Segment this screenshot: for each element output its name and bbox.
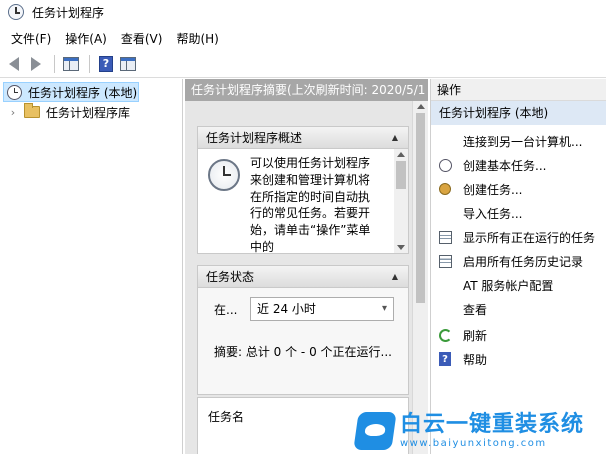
scroll-up-icon[interactable] <box>417 104 425 109</box>
tree-item-task-scheduler-local[interactable]: 任务计划程序 (本地) <box>3 82 139 102</box>
task-status-content: 在... 近 24 小时 ▾ 摘要: 总计 0 个 - 0 个正在运行... <box>198 288 408 394</box>
menu-view[interactable]: 查看(V) <box>114 29 170 49</box>
refresh-icon <box>437 327 453 343</box>
clock-icon <box>208 159 240 191</box>
show-hide-console-tree-button[interactable] <box>61 54 81 74</box>
task-scheduler-app-icon <box>8 4 24 20</box>
list-icon <box>437 229 453 245</box>
task-name-column-header: 任务名 <box>208 410 245 424</box>
title-bar: 任务计划程序 <box>0 0 606 24</box>
folder-icon <box>24 103 40 118</box>
help-button[interactable]: ? <box>96 54 116 74</box>
history-icon <box>437 253 453 269</box>
chevron-right-icon[interactable]: › <box>8 106 18 119</box>
action-label: 连接到另一台计算机... <box>463 134 583 149</box>
time-range-select[interactable]: 近 24 小时 ▾ <box>250 297 394 321</box>
task-status-section: 任务状态 ▲ 在... 近 24 小时 ▾ 摘要: 总计 0 个 - 0 个正在… <box>197 265 409 395</box>
scroll-down-icon[interactable] <box>397 245 405 250</box>
overview-section: 任务计划程序概述 ▲ 可以使用任务计划程序来创建和管理计算机将在所指定的时间自动… <box>197 126 409 254</box>
overview-content: 可以使用任务计划程序来创建和管理计算机将在所指定的时间自动执行的常见任务。若要开… <box>198 149 408 253</box>
watermark-url: www.baiyunxitong.com <box>400 438 547 449</box>
console-tree: 任务计划程序 (本地) › 任务计划程序库 <box>0 79 183 454</box>
console-tree-icon <box>63 56 79 71</box>
action-create-task[interactable]: 创建任务... <box>431 177 606 201</box>
action-label: 刷新 <box>463 328 488 343</box>
action-pane-icon <box>120 56 136 71</box>
action-label: AT 服务帐户配置 <box>463 278 554 293</box>
chevron-down-icon: ▾ <box>381 303 387 314</box>
action-label: 创建基本任务... <box>463 158 547 173</box>
action-show-running-tasks[interactable]: 显示所有正在运行的任务 <box>431 225 606 249</box>
window-title: 任务计划程序 <box>32 5 105 20</box>
watermark: 白云一键重装系统 www.baiyunxitong.com <box>353 408 606 454</box>
time-range-label: 在... <box>214 303 238 317</box>
action-view[interactable]: 查看 <box>431 297 606 321</box>
summary-scrollbar[interactable] <box>412 101 428 454</box>
show-hide-action-pane-button[interactable] <box>118 54 138 74</box>
actions-pane: 操作 任务计划程序 (本地) 连接到另一台计算机... 创建基本任务... 创建… <box>430 79 606 454</box>
action-label: 帮助 <box>463 352 488 367</box>
overview-text: 可以使用任务计划程序来创建和管理计算机将在所指定的时间自动执行的常见任务。若要开… <box>250 156 371 253</box>
scroll-thumb[interactable] <box>416 113 425 303</box>
time-range-value: 近 24 小时 <box>257 302 316 316</box>
scroll-up-icon[interactable] <box>397 152 405 157</box>
toolbar: ? <box>0 50 606 78</box>
watermark-text: 白云一键重装系统 www.baiyunxitong.com <box>400 412 584 450</box>
overview-section-title: 任务计划程序概述 <box>206 131 303 145</box>
gear-icon <box>437 181 453 197</box>
toolbar-separator <box>54 54 55 73</box>
action-refresh[interactable]: 刷新 <box>431 323 606 347</box>
collapse-icon[interactable]: ▲ <box>388 131 402 145</box>
tree-item-label: 任务计划程序 (本地) <box>28 85 138 100</box>
tree-item-task-scheduler-library[interactable]: › 任务计划程序库 <box>8 102 158 122</box>
action-label: 显示所有正在运行的任务 <box>463 230 596 245</box>
action-label: 查看 <box>463 302 488 317</box>
forward-arrow-icon <box>31 56 41 71</box>
summary-header: 任务计划程序摘要(上次刷新时间: 2020/5/1 <box>185 79 428 101</box>
menu-file[interactable]: 文件(F) <box>4 29 58 49</box>
action-label: 创建任务... <box>463 182 523 197</box>
menu-action[interactable]: 操作(A) <box>58 29 114 49</box>
help-icon: ? <box>437 351 453 367</box>
forward-button[interactable] <box>26 54 46 74</box>
action-label: 启用所有任务历史记录 <box>463 254 584 269</box>
action-import-task[interactable]: 导入任务... <box>431 201 606 225</box>
scroll-thumb[interactable] <box>396 161 406 189</box>
bird-logo-icon <box>353 412 397 450</box>
action-at-service-config[interactable]: AT 服务帐户配置 <box>431 273 606 297</box>
tree-item-label: 任务计划程序库 <box>46 105 131 120</box>
menu-help[interactable]: 帮助(H) <box>169 29 225 49</box>
back-arrow-icon <box>9 56 19 71</box>
action-connect-computer[interactable]: 连接到另一台计算机... <box>431 129 606 153</box>
task-status-section-title: 任务状态 <box>206 270 255 284</box>
back-button[interactable] <box>4 54 24 74</box>
overview-section-header[interactable]: 任务计划程序概述 ▲ <box>198 127 408 149</box>
collapse-icon[interactable]: ▲ <box>388 270 402 284</box>
action-help[interactable]: ? 帮助 <box>431 347 606 371</box>
menu-bar: 文件(F) 操作(A) 查看(V) 帮助(H) <box>0 28 606 50</box>
action-label: 导入任务... <box>463 206 523 221</box>
toolbar-separator <box>89 54 90 73</box>
help-icon: ? <box>99 55 113 72</box>
summary-pane: 任务计划程序摘要(上次刷新时间: 2020/5/1 任务计划程序概述 ▲ 可以使… <box>185 79 428 454</box>
actions-header: 操作 <box>431 79 606 101</box>
clock-icon <box>437 157 453 173</box>
overview-scrollbar[interactable] <box>394 149 408 253</box>
action-enable-task-history[interactable]: 启用所有任务历史记录 <box>431 249 606 273</box>
action-create-basic-task[interactable]: 创建基本任务... <box>431 153 606 177</box>
status-summary: 摘要: 总计 0 个 - 0 个正在运行... <box>214 345 392 359</box>
clock-icon <box>7 84 22 100</box>
watermark-brand: 白云一键重装系统 <box>400 412 585 437</box>
task-status-section-header[interactable]: 任务状态 ▲ <box>198 266 408 288</box>
actions-subheader[interactable]: 任务计划程序 (本地) <box>431 101 606 125</box>
